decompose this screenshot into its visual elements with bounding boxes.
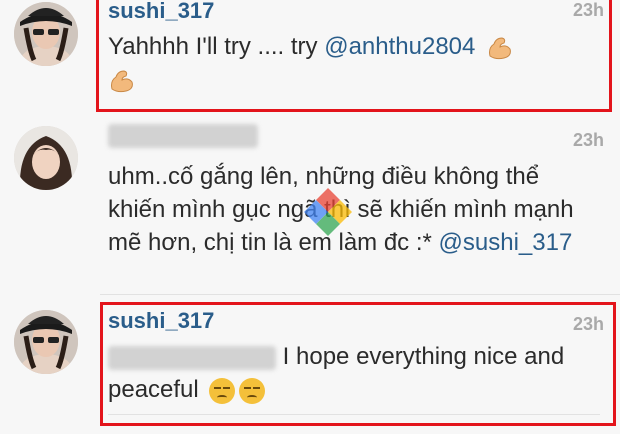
avatar[interactable] [14,310,78,374]
divider [100,294,620,295]
highlight-box [96,0,612,112]
watermark-logo-icon [304,188,352,236]
comment-3: sushi_317 23h I hope everything nice and… [0,296,620,434]
username-blurred [108,122,258,149]
mention-link[interactable]: @sushi_317 [439,229,573,256]
blurred-name [108,124,258,149]
timestamp: 23h [572,130,604,150]
comment-1: sushi_317 23h Yahhhh I'll try .... try @… [0,0,620,118]
highlight-box [100,302,616,426]
avatar[interactable] [14,2,78,66]
avatar[interactable] [14,126,78,190]
